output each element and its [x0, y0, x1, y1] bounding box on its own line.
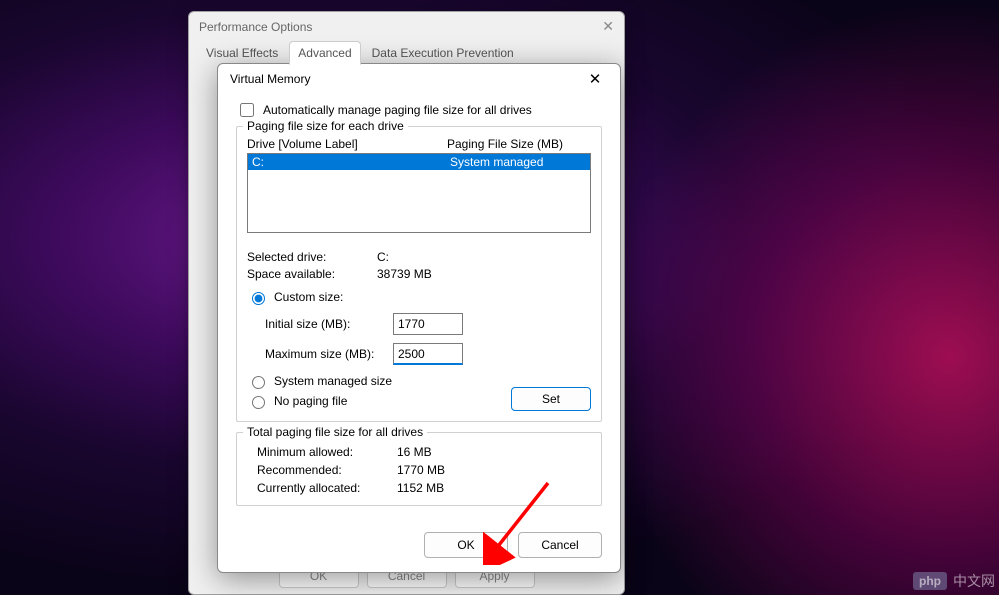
watermark: php 中文网	[913, 571, 995, 591]
currently-allocated-row: Currently allocated: 1152 MB	[257, 481, 591, 495]
watermark-text: 中文网	[953, 571, 995, 591]
tab-dep[interactable]: Data Execution Prevention	[363, 41, 523, 65]
vm-titlebar: Virtual Memory ✕	[218, 64, 620, 96]
auto-manage-row[interactable]: Automatically manage paging file size fo…	[236, 100, 602, 120]
recommended-row: Recommended: 1770 MB	[257, 463, 591, 477]
minimum-allowed-value: 16 MB	[397, 445, 432, 459]
drive-list[interactable]: C: System managed	[247, 153, 591, 233]
drive-list-header: Drive [Volume Label] Paging File Size (M…	[247, 137, 591, 151]
currently-allocated-value: 1152 MB	[397, 481, 444, 495]
close-icon[interactable]: ✕	[580, 70, 610, 88]
tab-advanced[interactable]: Advanced	[289, 41, 360, 65]
maximum-size-input[interactable]	[393, 343, 463, 365]
selected-drive-row: Selected drive: C:	[247, 250, 591, 264]
recommended-label: Recommended:	[257, 463, 397, 477]
selected-drive-label: Selected drive:	[247, 250, 377, 264]
maximum-size-row: Maximum size (MB):	[265, 343, 591, 365]
minimum-allowed-label: Minimum allowed:	[257, 445, 397, 459]
custom-size-row[interactable]: Custom size:	[247, 289, 591, 305]
vm-buttons: OK Cancel	[218, 522, 620, 572]
performance-tabs: Visual Effects Advanced Data Execution P…	[189, 41, 624, 65]
space-available-value: 38739 MB	[377, 267, 432, 281]
drive-row-size: System managed	[450, 155, 543, 169]
no-paging-radio[interactable]	[252, 396, 265, 409]
auto-manage-checkbox[interactable]	[240, 103, 254, 117]
group-total: Total paging file size for all drives Mi…	[236, 432, 602, 506]
drive-header-col2: Paging File Size (MB)	[447, 137, 563, 151]
group-each-drive: Paging file size for each drive Drive [V…	[236, 126, 602, 422]
system-managed-radio[interactable]	[252, 376, 265, 389]
space-available-label: Space available:	[247, 267, 377, 281]
vm-title: Virtual Memory	[230, 72, 310, 86]
cancel-button[interactable]: Cancel	[518, 532, 602, 558]
drive-row-selected[interactable]: C: System managed	[248, 154, 590, 170]
ok-button[interactable]: OK	[424, 532, 508, 558]
recommended-value: 1770 MB	[397, 463, 445, 477]
custom-size-radio[interactable]	[252, 292, 265, 305]
initial-size-input[interactable]	[393, 313, 463, 335]
maximum-size-label: Maximum size (MB):	[265, 347, 393, 361]
performance-options-title: Performance Options	[199, 20, 312, 34]
no-paging-label: No paging file	[274, 394, 347, 408]
custom-size-label: Custom size:	[274, 290, 343, 304]
initial-size-label: Initial size (MB):	[265, 317, 393, 331]
virtual-memory-dialog: Virtual Memory ✕ Automatically manage pa…	[217, 63, 621, 573]
set-button[interactable]: Set	[511, 387, 591, 411]
system-managed-label: System managed size	[274, 374, 392, 388]
currently-allocated-label: Currently allocated:	[257, 481, 397, 495]
group-total-label: Total paging file size for all drives	[243, 425, 427, 439]
space-available-row: Space available: 38739 MB	[247, 267, 591, 281]
drive-header-col1: Drive [Volume Label]	[247, 137, 447, 151]
drive-row-drive: C:	[252, 155, 450, 169]
initial-size-row: Initial size (MB):	[265, 313, 591, 335]
close-icon[interactable]: ✕	[602, 18, 614, 35]
auto-manage-label: Automatically manage paging file size fo…	[263, 103, 532, 117]
watermark-php: php	[913, 572, 947, 590]
minimum-allowed-row: Minimum allowed: 16 MB	[257, 445, 591, 459]
performance-options-titlebar: Performance Options ✕	[189, 12, 624, 41]
selected-drive-value: C:	[377, 250, 389, 264]
tab-visual-effects[interactable]: Visual Effects	[197, 41, 287, 65]
group-each-drive-label: Paging file size for each drive	[243, 119, 408, 133]
